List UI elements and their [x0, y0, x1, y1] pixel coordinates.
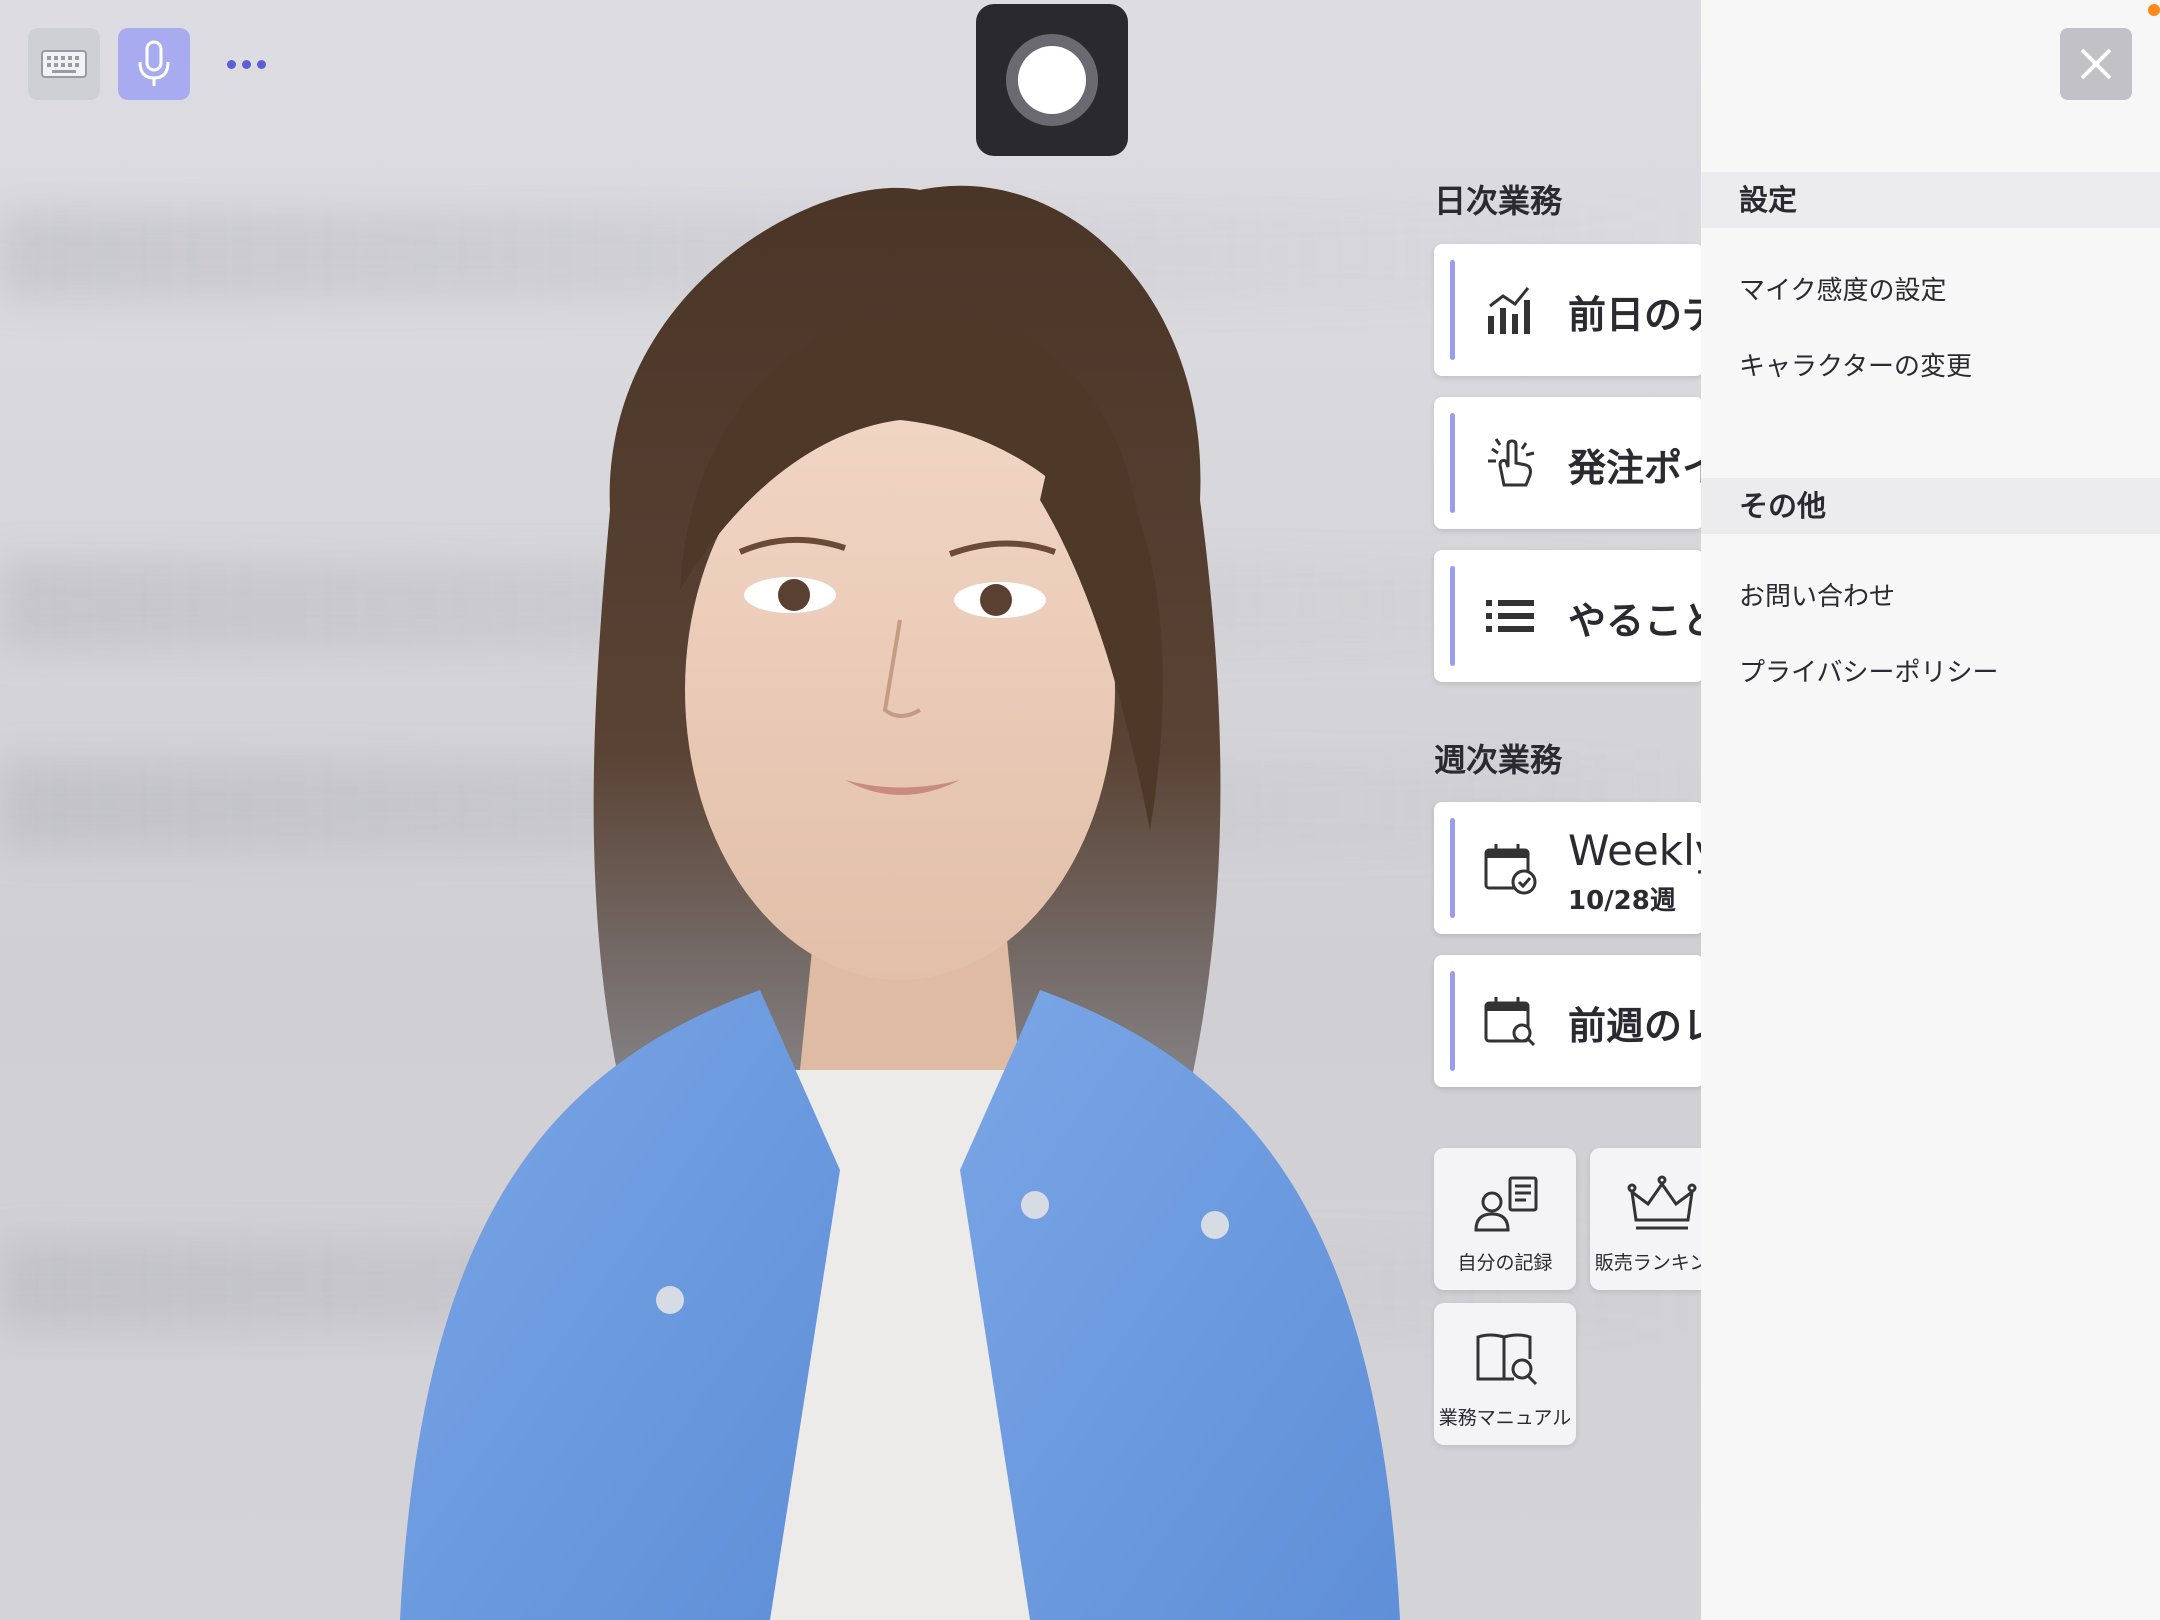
- task-card-weekly[interactable]: Weekly 10/28週: [1434, 802, 1704, 934]
- menu-item-mic-sensitivity[interactable]: マイク感度の設定: [1739, 270, 1946, 307]
- record-button[interactable]: [976, 4, 1128, 156]
- close-icon: [2080, 48, 2112, 80]
- list-icon: [1486, 600, 1534, 632]
- crown-icon: [1627, 1175, 1697, 1230]
- daily-section-title: 日次業務: [1434, 182, 1563, 220]
- task-card-order-point[interactable]: 発注ポイ: [1434, 397, 1704, 529]
- keyboard-button[interactable]: [28, 28, 100, 100]
- avatar-character: [400, 185, 1400, 1620]
- task-label: やること: [1568, 599, 1704, 643]
- task-card-todo[interactable]: やること: [1434, 550, 1704, 682]
- more-dots-icon: [224, 59, 269, 69]
- hand-point-icon: [1488, 438, 1535, 487]
- task-card-previous-week[interactable]: 前週のレ: [1434, 955, 1704, 1087]
- task-sublabel: 10/28週: [1568, 886, 1676, 916]
- calendar-search-icon: [1484, 997, 1536, 1047]
- microphone-button[interactable]: [118, 28, 190, 100]
- weekly-section-title: 週次業務: [1434, 741, 1563, 779]
- task-label: 発注ポイ: [1568, 446, 1704, 490]
- keyboard-icon: [41, 50, 87, 78]
- tile-my-record[interactable]: 自分の記録: [1434, 1148, 1576, 1290]
- book-search-icon: [1476, 1333, 1538, 1386]
- task-label: 前週のレ: [1568, 1004, 1704, 1048]
- task-card-previous-day[interactable]: 前日のデ: [1434, 244, 1704, 376]
- menu-item-privacy-policy[interactable]: プライバシーポリシー: [1739, 652, 1998, 689]
- menu-item-contact[interactable]: お問い合わせ: [1739, 576, 1895, 613]
- task-label: 前日のデ: [1568, 293, 1704, 337]
- more-options-button[interactable]: [210, 28, 282, 100]
- calendar-check-icon: [1484, 844, 1537, 895]
- tile-label: 業務マニュアル: [1438, 1407, 1572, 1429]
- settings-panel: 設定 マイク感度の設定 キャラクターの変更 その他 お問い合わせ プライバシーポ…: [1701, 0, 2160, 1620]
- tile-label: 自分の記録: [1457, 1252, 1553, 1274]
- bar-chart-icon: [1488, 287, 1530, 334]
- user-record-icon: [1474, 1176, 1538, 1232]
- microphone-icon: [138, 40, 170, 86]
- settings-section-header: 設定: [1701, 172, 2160, 228]
- other-section-header: その他: [1701, 478, 2160, 534]
- menu-item-change-character[interactable]: キャラクターの変更: [1739, 346, 1972, 383]
- status-indicator: [2148, 4, 2160, 16]
- tile-work-manual[interactable]: 業務マニュアル: [1434, 1303, 1576, 1445]
- task-label: Weekly: [1568, 826, 1704, 875]
- record-icon: [1006, 34, 1098, 126]
- close-button[interactable]: [2060, 28, 2132, 100]
